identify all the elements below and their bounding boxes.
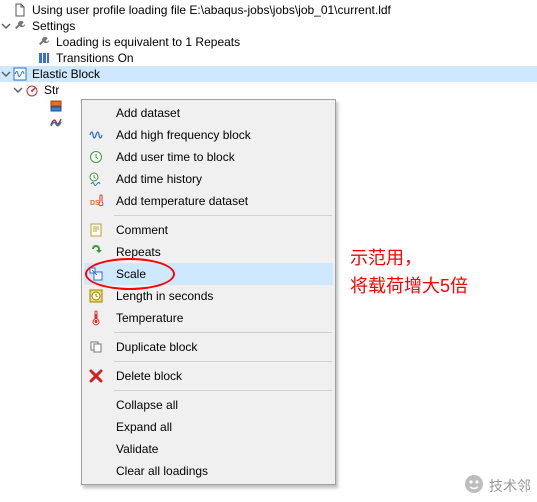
annotation-line1: 示范用， [350,244,468,272]
menu-separator [114,215,332,216]
menu-validate[interactable]: Validate [84,438,333,460]
comment-icon [84,219,108,241]
wrench-icon [12,18,28,34]
blank-icon [84,460,108,482]
magnitude-icon [48,114,64,130]
menu-comment[interactable]: Comment [84,219,333,241]
tree-row-elastic-block[interactable]: Elastic Block [0,66,537,82]
duplicate-icon [84,336,108,358]
delete-icon [84,365,108,387]
menu-add-dataset[interactable]: Add dataset [84,102,333,124]
menu-add-time-history[interactable]: Add time history [84,168,333,190]
tree-spacer [36,114,48,130]
settings-label: Settings [31,19,75,33]
menu-separator [114,332,332,333]
elastic-block-label: Elastic Block [31,67,100,81]
transitions-icon [36,50,52,66]
blank-icon [84,394,108,416]
tree-row-profile[interactable]: Using user profile loading file E:\abaqu… [0,2,537,18]
clock-yellow-icon [84,285,108,307]
menu-separator [114,390,332,391]
menu-add-temperature-dataset[interactable]: DS Add temperature dataset [84,190,333,212]
collapse-toggle[interactable] [0,18,12,34]
menu-collapse-all[interactable]: Collapse all [84,394,333,416]
component-icon [48,98,64,114]
scale-icon [84,263,108,285]
temperature-dataset-icon: DS [84,190,108,212]
repeats-icon [84,241,108,263]
wave-block-icon [12,66,28,82]
wave-icon [84,124,108,146]
blank-icon [84,102,108,124]
menu-delete-block[interactable]: Delete block [84,365,333,387]
tree-spacer [0,2,12,18]
annotation-text: 示范用， 将载荷增大5倍 [350,244,468,300]
watermark-label: 技术邻 [489,476,531,496]
collapse-toggle[interactable] [0,66,12,82]
menu-expand-all[interactable]: Expand all [84,416,333,438]
context-menu: Add dataset Add high frequency block Add… [81,99,336,485]
menu-add-user-time[interactable]: Add user time to block [84,146,333,168]
repeats-label: Loading is equivalent to 1 Repeats [55,35,240,49]
menu-duplicate-block[interactable]: Duplicate block [84,336,333,358]
menu-repeats[interactable]: Repeats [84,241,333,263]
menu-clear-all-loadings[interactable]: Clear all loadings [84,460,333,482]
tree-row-repeats[interactable]: Loading is equivalent to 1 Repeats [0,34,537,50]
collapse-toggle[interactable] [12,82,24,98]
annotation-line2: 将载荷增大5倍 [350,272,468,300]
tree-spacer [24,34,36,50]
gauge-icon [24,82,40,98]
tree-spacer [36,98,48,114]
menu-length-seconds[interactable]: Length in seconds [84,285,333,307]
clock-green-icon [84,146,108,168]
tree-spacer [24,50,36,66]
profile-path-label: Using user profile loading file E:\abaqu… [31,3,391,17]
menu-scale[interactable]: Scale [84,263,333,285]
watermark-logo-icon [463,473,485,498]
menu-temperature[interactable]: Temperature [84,307,333,329]
wrench-icon [36,34,52,50]
clock-signal-icon [84,168,108,190]
transitions-label: Transitions On [55,51,134,65]
strain-label: Str [43,83,59,97]
watermark: 技术邻 [463,473,531,498]
file-icon [12,2,28,18]
tree-row-settings[interactable]: Settings [0,18,537,34]
blank-icon [84,438,108,460]
menu-add-high-frequency-block[interactable]: Add high frequency block [84,124,333,146]
blank-icon [84,416,108,438]
menu-separator [114,361,332,362]
tree-row-strain[interactable]: Str [0,82,537,98]
tree-row-transitions[interactable]: Transitions On [0,50,537,66]
thermometer-icon [84,307,108,329]
